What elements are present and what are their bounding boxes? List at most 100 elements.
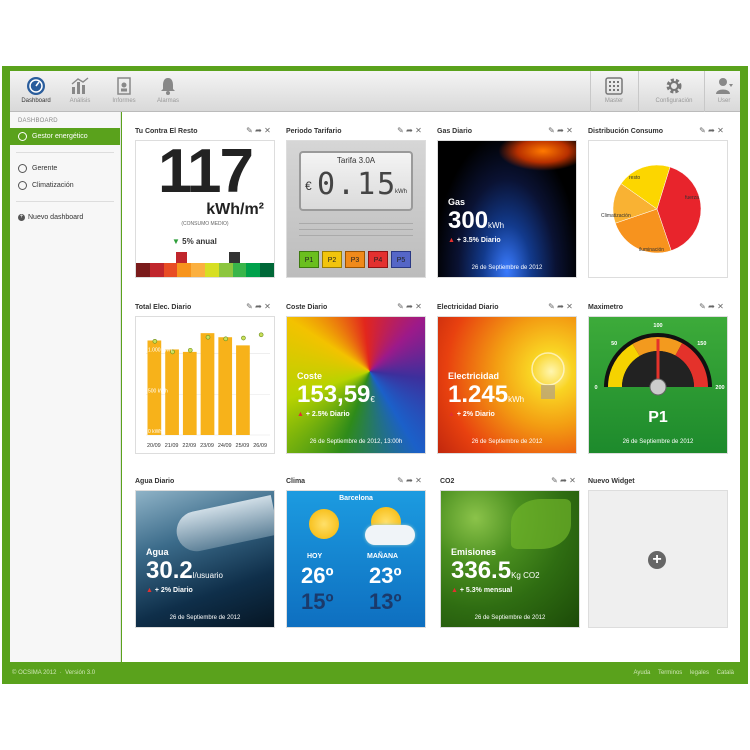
meter-unit: kWh: [395, 189, 407, 195]
share-icon[interactable]: ➦: [557, 302, 566, 311]
edit-icon[interactable]: ✎: [246, 126, 255, 135]
toolbar-label: Informes: [112, 98, 136, 104]
arrow-up-icon: ▲: [448, 237, 455, 244]
widget-tools: ✎➦✕: [551, 476, 578, 485]
widget-co2: CO2 ✎➦✕ Emisiones 336.5Kg CO2 ▲ + 5.3% m…: [440, 474, 580, 634]
arrow-up-icon: ▲: [451, 587, 458, 594]
period-p3[interactable]: P3: [345, 251, 365, 268]
close-icon[interactable]: ✕: [566, 126, 575, 135]
bar: [200, 333, 215, 435]
add-widget-icon[interactable]: +: [648, 551, 666, 569]
widget-header: Gas Diario ✎➦✕: [437, 124, 577, 140]
widget-title: Periodo Tarifario: [286, 128, 342, 135]
share-icon[interactable]: ➦: [406, 126, 415, 135]
widget-trend: ▲ + 2% Diario: [448, 411, 495, 418]
widget-tools: ✎➦✕: [548, 302, 575, 311]
close-icon[interactable]: ✕: [264, 126, 273, 135]
widget-title: Agua Diario: [135, 478, 175, 485]
toolbar-separator: [590, 71, 591, 112]
widget-gas-diario: Gas Diario ✎➦✕ Gas 300kWh ▲ + 3.5% Diari…: [437, 124, 577, 284]
edit-icon[interactable]: ✎: [699, 302, 708, 311]
close-icon[interactable]: ✕: [569, 476, 578, 485]
period-p4[interactable]: P4: [368, 251, 388, 268]
widget-distribucion-consumo: Distribución Consumo ✎➦✕ resto fuerza Cl…: [588, 124, 728, 284]
close-icon[interactable]: ✕: [415, 126, 424, 135]
trend-text: + 2% Diario: [154, 587, 193, 594]
edit-icon[interactable]: ✎: [548, 126, 557, 135]
widget-body: Electricidad 1.245kWh ▲ + 2% Diario 26 d…: [437, 316, 577, 454]
widget-title: Coste Diario: [286, 304, 328, 311]
kpi-caption: (CONSUMO MEDIO): [181, 221, 229, 227]
x-tick-label: 20/09: [147, 443, 161, 449]
close-icon[interactable]: ✕: [415, 476, 424, 485]
sidebar-new-dashboard-link[interactable]: + Nuevo dashboard: [10, 209, 120, 226]
marker-point: [223, 336, 229, 342]
footer-version: Versión 3.0: [65, 670, 96, 676]
value-unit: kWh: [508, 395, 525, 404]
widget-label: Agua: [146, 547, 169, 557]
marker-point: [205, 334, 211, 340]
share-icon[interactable]: ➦: [406, 302, 415, 311]
share-icon[interactable]: ➦: [557, 126, 566, 135]
toolbar-dashboard-button[interactable]: Dashboard: [14, 73, 58, 111]
close-icon[interactable]: ✕: [717, 302, 726, 311]
footer-link-ayuda[interactable]: Ayuda: [633, 670, 650, 676]
edit-icon[interactable]: ✎: [397, 302, 406, 311]
edit-icon[interactable]: ✎: [246, 302, 255, 311]
period-p2[interactable]: P2: [322, 251, 342, 268]
period-p5[interactable]: P5: [391, 251, 411, 268]
share-icon[interactable]: ➦: [255, 302, 264, 311]
close-icon[interactable]: ✕: [717, 126, 726, 135]
edit-icon[interactable]: ✎: [551, 476, 560, 485]
edit-icon[interactable]: ✎: [548, 302, 557, 311]
marker-point: [152, 338, 158, 344]
sidebar-item-gestor-energetico[interactable]: Gestor energético: [10, 128, 120, 145]
widget-body: Agua 30.2l/usuario ▲ + 2% Diario 26 de S…: [135, 490, 275, 628]
toolbar-analysis-button[interactable]: Análisis: [58, 73, 102, 111]
gauge-tick-label: 100: [653, 323, 662, 329]
widget-header: Total Elec. Diario ✎➦✕: [135, 300, 275, 316]
edit-icon[interactable]: ✎: [397, 476, 406, 485]
kpi-value: 117: [157, 140, 254, 206]
edit-icon[interactable]: ✎: [397, 126, 406, 135]
widget-title: Gas Diario: [437, 128, 473, 135]
footer-copyright: © OCSIMA 2012: [12, 670, 57, 676]
sidebar-item-gerente[interactable]: Gerente: [10, 160, 120, 177]
x-tick-label: 22/09: [182, 443, 196, 449]
trend-text: + 2% Diario: [456, 411, 495, 418]
x-tick-label: 23/09: [200, 443, 214, 449]
widget-body[interactable]: +: [588, 490, 728, 628]
share-icon[interactable]: ➦: [708, 126, 717, 135]
toolbar-master-button[interactable]: Master: [592, 73, 636, 111]
toolbar-alarms-button[interactable]: Alarmas: [146, 73, 190, 111]
toolbar-settings-button[interactable]: Configuración: [644, 73, 704, 111]
widget-body: Barcelona HOY MAÑANA 26º 23º 15º 13º: [286, 490, 426, 628]
meter-display: Tarifa 3.0A € 0.15 kWh: [299, 151, 413, 211]
widget-coste-diario: Coste Diario ✎➦✕ Coste 153,59€ ▲ + 2.5% …: [286, 300, 426, 460]
weather-today-max: 26º: [301, 563, 334, 588]
arrow-up-icon: ▲: [297, 411, 304, 418]
widget-label: Electricidad: [448, 371, 500, 381]
edit-icon[interactable]: ✎: [699, 126, 708, 135]
gauge-tick-label: 50: [611, 341, 617, 347]
close-icon[interactable]: ✕: [415, 302, 424, 311]
sidebar-item-climatizacion[interactable]: Climatización: [10, 177, 120, 194]
close-icon[interactable]: ✕: [264, 302, 273, 311]
widget-clima: Clima ✎➦✕ Barcelona HOY MAÑANA 26º 23º 1…: [286, 474, 426, 634]
period-p1[interactable]: P1: [299, 251, 319, 268]
y-tick-label: 500 kWh: [148, 388, 168, 394]
sidebar-section-title: DASHBOARD: [18, 118, 58, 124]
widget-header: Periodo Tarifario ✎➦✕: [286, 124, 426, 140]
close-icon[interactable]: ✕: [566, 302, 575, 311]
share-icon[interactable]: ➦: [708, 302, 717, 311]
weather-tomorrow-label: MAÑANA: [367, 553, 399, 560]
toolbar-reports-button[interactable]: Informes: [102, 73, 146, 111]
sidebar-item-label: Gerente: [32, 165, 58, 172]
share-icon[interactable]: ➦: [406, 476, 415, 485]
toolbar-user-button[interactable]: User: [702, 73, 746, 111]
share-icon[interactable]: ➦: [255, 126, 264, 135]
widget-body: 0 50 100 150 200 P1 26 de Septiembre de 2012: [588, 316, 728, 454]
footer-link-catala[interactable]: Català: [717, 670, 734, 676]
footer-link-legal[interactable]: Terminos legales: [658, 670, 709, 676]
share-icon[interactable]: ➦: [560, 476, 569, 485]
